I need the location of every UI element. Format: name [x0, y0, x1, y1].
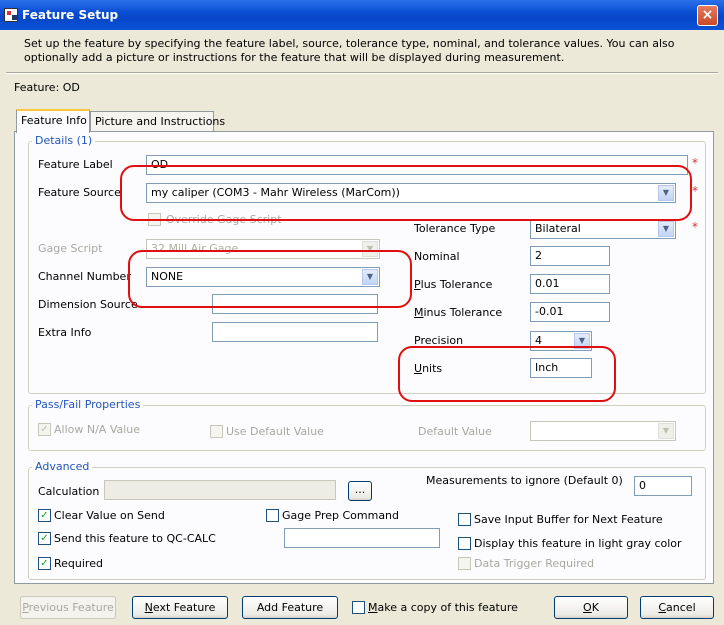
previous-feature-button[interactable]: Previous Feature [20, 596, 116, 619]
allow-na-label: Allow N/A Value [54, 423, 141, 436]
add-feature-button[interactable]: Add Feature [242, 596, 338, 619]
save-input-buffer-checkbox[interactable] [458, 513, 471, 526]
tolerance-type-value: Bilateral [535, 222, 581, 235]
send-qc-calc-label: Send this feature to QC-CALC [54, 532, 216, 545]
feature-header: Feature: OD [14, 81, 80, 94]
calculation-label: Calculation [38, 485, 100, 498]
calculation-browse-button[interactable]: ... [348, 481, 372, 501]
light-gray-label: Display this feature in light gray color [474, 537, 682, 550]
required-marker: * [692, 220, 698, 234]
pass-fail-group-title: Pass/Fail Properties [32, 398, 144, 411]
details-group-title: Details (1) [32, 134, 96, 147]
divider [6, 72, 718, 74]
allow-na-checkbox[interactable]: ✓ [38, 423, 51, 436]
gage-prep-label: Gage Prep Command [282, 509, 400, 522]
use-default-value-checkbox[interactable] [210, 425, 223, 438]
nominal-input[interactable]: 2 [530, 246, 610, 266]
tolerance-type-label: Tolerance Type [414, 222, 496, 235]
plus-tolerance-input[interactable]: 0.01 [530, 274, 610, 294]
chevron-down-icon: ▼ [658, 423, 674, 439]
plus-tolerance-label: Plus Tolerance [414, 278, 493, 291]
advanced-group-title: Advanced [32, 460, 93, 473]
chevron-down-icon[interactable]: ▼ [658, 221, 674, 237]
use-default-value-label: Use Default Value [226, 425, 324, 438]
minus-tolerance-input[interactable]: -0.01 [530, 302, 610, 322]
window-title: Feature Setup [22, 8, 119, 22]
minus-tolerance-label: Minus Tolerance [414, 306, 503, 319]
next-feature-button[interactable]: Next Feature [132, 596, 228, 619]
gage-prep-command-input[interactable] [284, 528, 440, 548]
tolerance-type-select[interactable]: Bilateral ▼ [530, 219, 676, 239]
highlight-feature-source [120, 165, 692, 221]
gage-script-label: Gage Script [38, 242, 103, 255]
instructions-text: Set up the feature by specifying the fea… [24, 37, 675, 64]
copy-feature-label: Make a copy of this feature [368, 601, 518, 614]
clear-value-checkbox[interactable]: ✓ [38, 509, 51, 522]
required-checkbox[interactable]: ✓ [38, 557, 51, 570]
title-bar: Feature Setup × [0, 0, 724, 30]
data-trigger-checkbox[interactable] [458, 557, 471, 570]
required-label: Required [54, 557, 103, 570]
save-input-buffer-label: Save Input Buffer for Next Feature [474, 513, 663, 526]
clear-value-label: Clear Value on Send [54, 509, 165, 522]
app-icon [4, 8, 18, 22]
tab-feature-info[interactable]: Feature Info [16, 109, 90, 133]
highlight-channel-number [128, 250, 412, 308]
send-qc-calc-checkbox[interactable]: ✓ [38, 532, 51, 545]
channel-number-label: Channel Number [38, 270, 131, 283]
measurements-ignore-label: Measurements to ignore (Default 0) [426, 474, 623, 487]
highlight-units [398, 346, 616, 402]
copy-feature-checkbox[interactable] [352, 601, 365, 614]
feature-source-label: Feature Source [38, 186, 121, 199]
tab-picture-instructions[interactable]: Picture and Instructions [90, 111, 225, 132]
cancel-button[interactable]: Cancel [640, 596, 714, 619]
default-value-select[interactable]: ▼ [530, 421, 676, 441]
default-value-label: Default Value [418, 425, 492, 438]
required-marker: * [692, 184, 698, 198]
dimension-source-label: Dimension Source [38, 298, 138, 311]
feature-label-label: Feature Label [38, 158, 113, 171]
measurements-ignore-input[interactable]: 0 [634, 476, 692, 496]
gage-prep-checkbox[interactable] [266, 509, 279, 522]
calculation-input[interactable] [104, 480, 336, 500]
extra-info-label: Extra Info [38, 326, 92, 339]
nominal-label: Nominal [414, 250, 460, 263]
ok-button[interactable]: OK [554, 596, 628, 619]
extra-info-input[interactable] [212, 322, 378, 342]
light-gray-checkbox[interactable] [458, 537, 471, 550]
required-marker: * [692, 156, 698, 170]
data-trigger-label: Data Trigger Required [474, 557, 595, 570]
close-button[interactable]: × [697, 5, 718, 26]
